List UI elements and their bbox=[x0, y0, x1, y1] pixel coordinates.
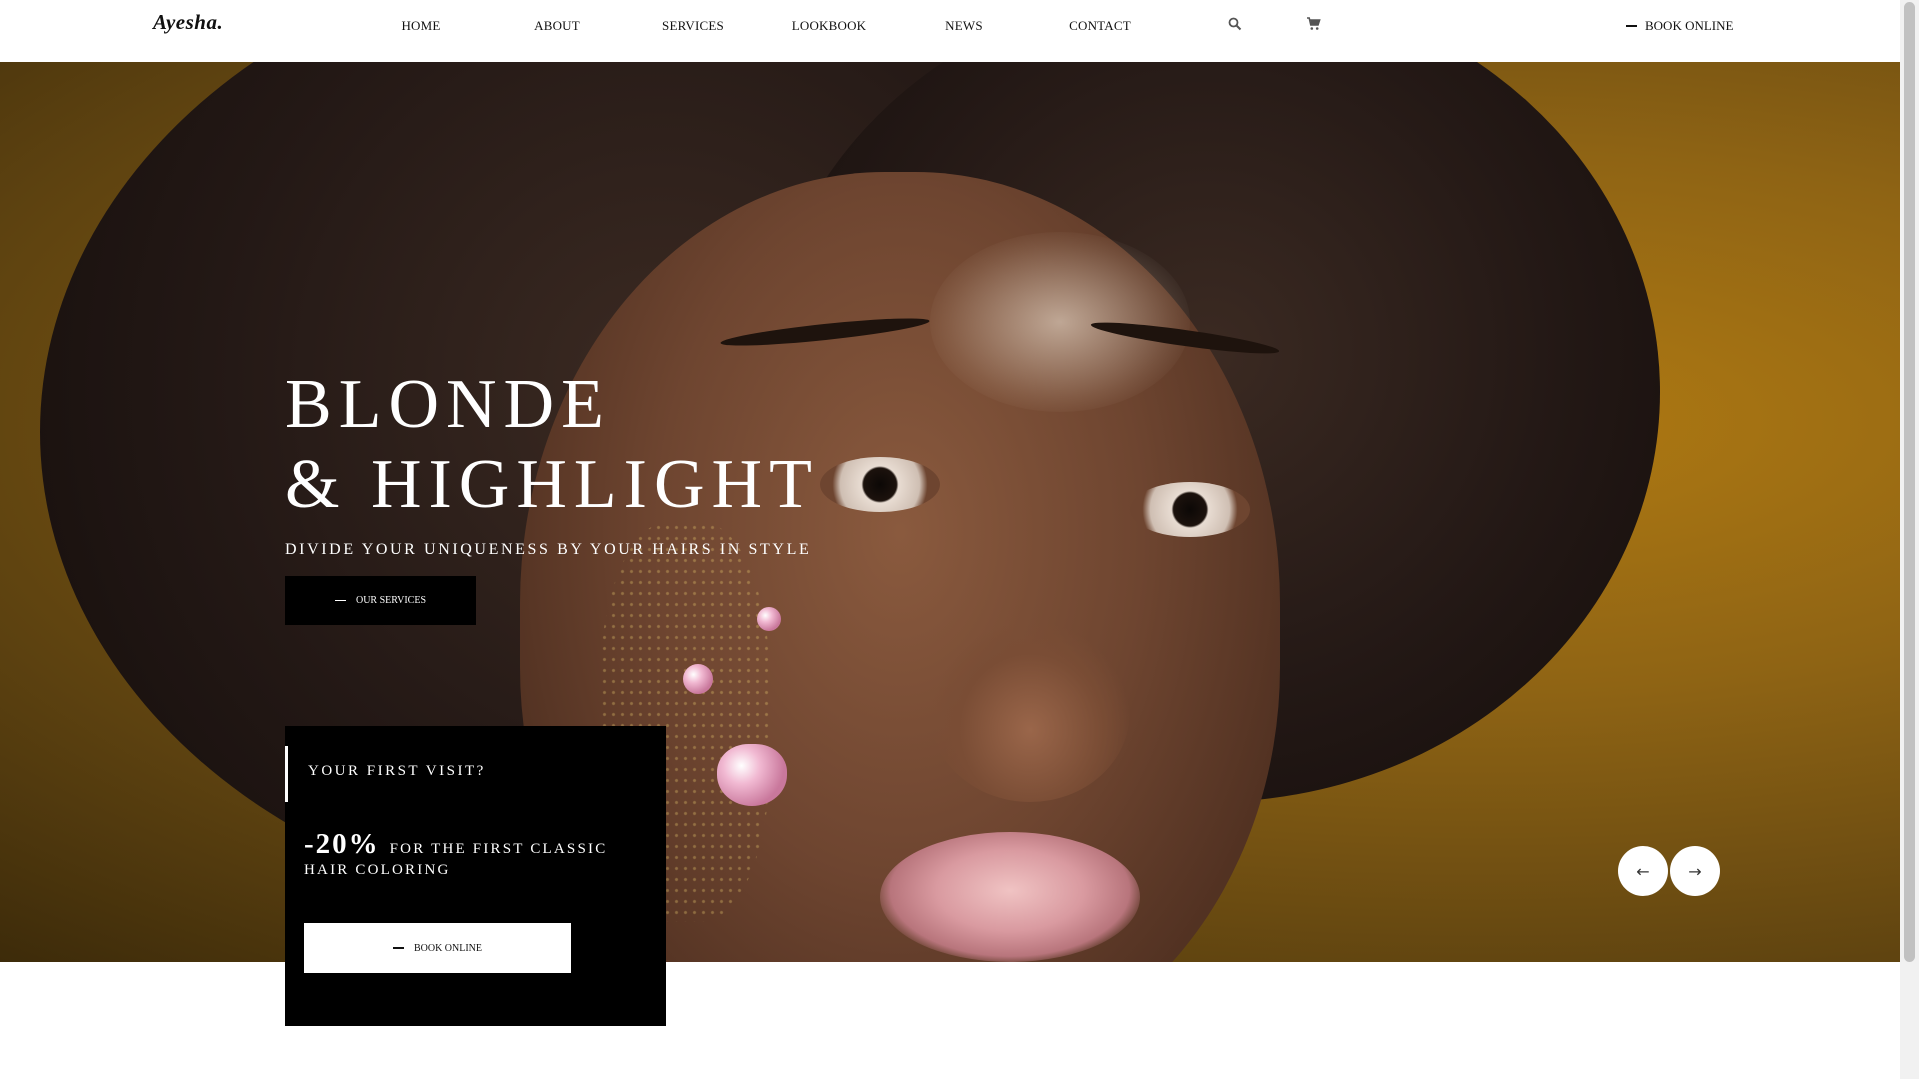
promo-offer: -20% FOR THE FIRST CLASSIC HAIR COLORING bbox=[304, 830, 644, 881]
promo-accent-bar bbox=[285, 746, 288, 802]
arrow-left-icon: ← bbox=[1636, 861, 1650, 881]
search-icon[interactable] bbox=[1228, 17, 1244, 33]
hero-image-lips bbox=[880, 832, 1140, 962]
slider-prev-button[interactable]: ← bbox=[1618, 846, 1668, 896]
page-scrollbar[interactable] bbox=[1900, 0, 1919, 1079]
dash-icon bbox=[1626, 25, 1637, 27]
hero-image-eye-right bbox=[1130, 482, 1250, 537]
dash-icon bbox=[334, 599, 346, 602]
nav-lookbook[interactable]: LOOKBOOK bbox=[792, 18, 867, 34]
promo-book-online-button[interactable]: BOOK ONLINE bbox=[304, 923, 571, 973]
site-header: Ayesha. HOME ABOUT SERVICES LOOKBOOK NEW… bbox=[0, 0, 1900, 62]
book-online-header-button[interactable]: BOOK ONLINE bbox=[1626, 18, 1733, 34]
nav-news[interactable]: NEWS bbox=[945, 18, 983, 34]
slider-next-button[interactable]: → bbox=[1670, 846, 1720, 896]
our-services-button[interactable]: OUR SERVICES bbox=[285, 576, 476, 625]
site-logo[interactable]: Ayesha. bbox=[153, 10, 223, 35]
first-visit-promo: YOUR FIRST VISIT? -20% FOR THE FIRST CLA… bbox=[285, 726, 666, 1026]
hero-image-nose bbox=[930, 622, 1130, 802]
nav-services[interactable]: SERVICES bbox=[662, 18, 724, 34]
scrollbar-thumb[interactable] bbox=[1904, 2, 1915, 962]
our-services-label: OUR SERVICES bbox=[355, 595, 427, 606]
promo-book-online-label: BOOK ONLINE bbox=[413, 942, 483, 954]
promo-heading: YOUR FIRST VISIT? bbox=[308, 763, 486, 779]
hero-subtitle: DIVIDE YOUR UNIQUENESS BY YOUR HAIRS IN … bbox=[285, 541, 812, 558]
nav-about[interactable]: ABOUT bbox=[534, 18, 580, 34]
hero-image-highlight bbox=[930, 232, 1190, 412]
nav-contact[interactable]: CONTACT bbox=[1069, 18, 1131, 34]
hero-image-eye-left bbox=[820, 457, 940, 512]
hero-title: BLONDE & HIGHLIGHT bbox=[285, 365, 819, 525]
hero-title-line1: BLONDE bbox=[285, 366, 611, 443]
dash-icon bbox=[392, 947, 404, 949]
arrow-right-icon: → bbox=[1688, 861, 1702, 881]
cart-icon[interactable] bbox=[1306, 17, 1322, 33]
hero-image-heart-gem bbox=[717, 744, 787, 806]
book-online-label: BOOK ONLINE bbox=[1645, 18, 1734, 33]
hero-image-gem bbox=[683, 664, 713, 694]
hero-image-gem bbox=[757, 607, 781, 631]
promo-percent: -20% bbox=[304, 828, 380, 860]
hero-title-line2: & HIGHLIGHT bbox=[285, 446, 819, 523]
nav-home[interactable]: HOME bbox=[401, 18, 440, 34]
